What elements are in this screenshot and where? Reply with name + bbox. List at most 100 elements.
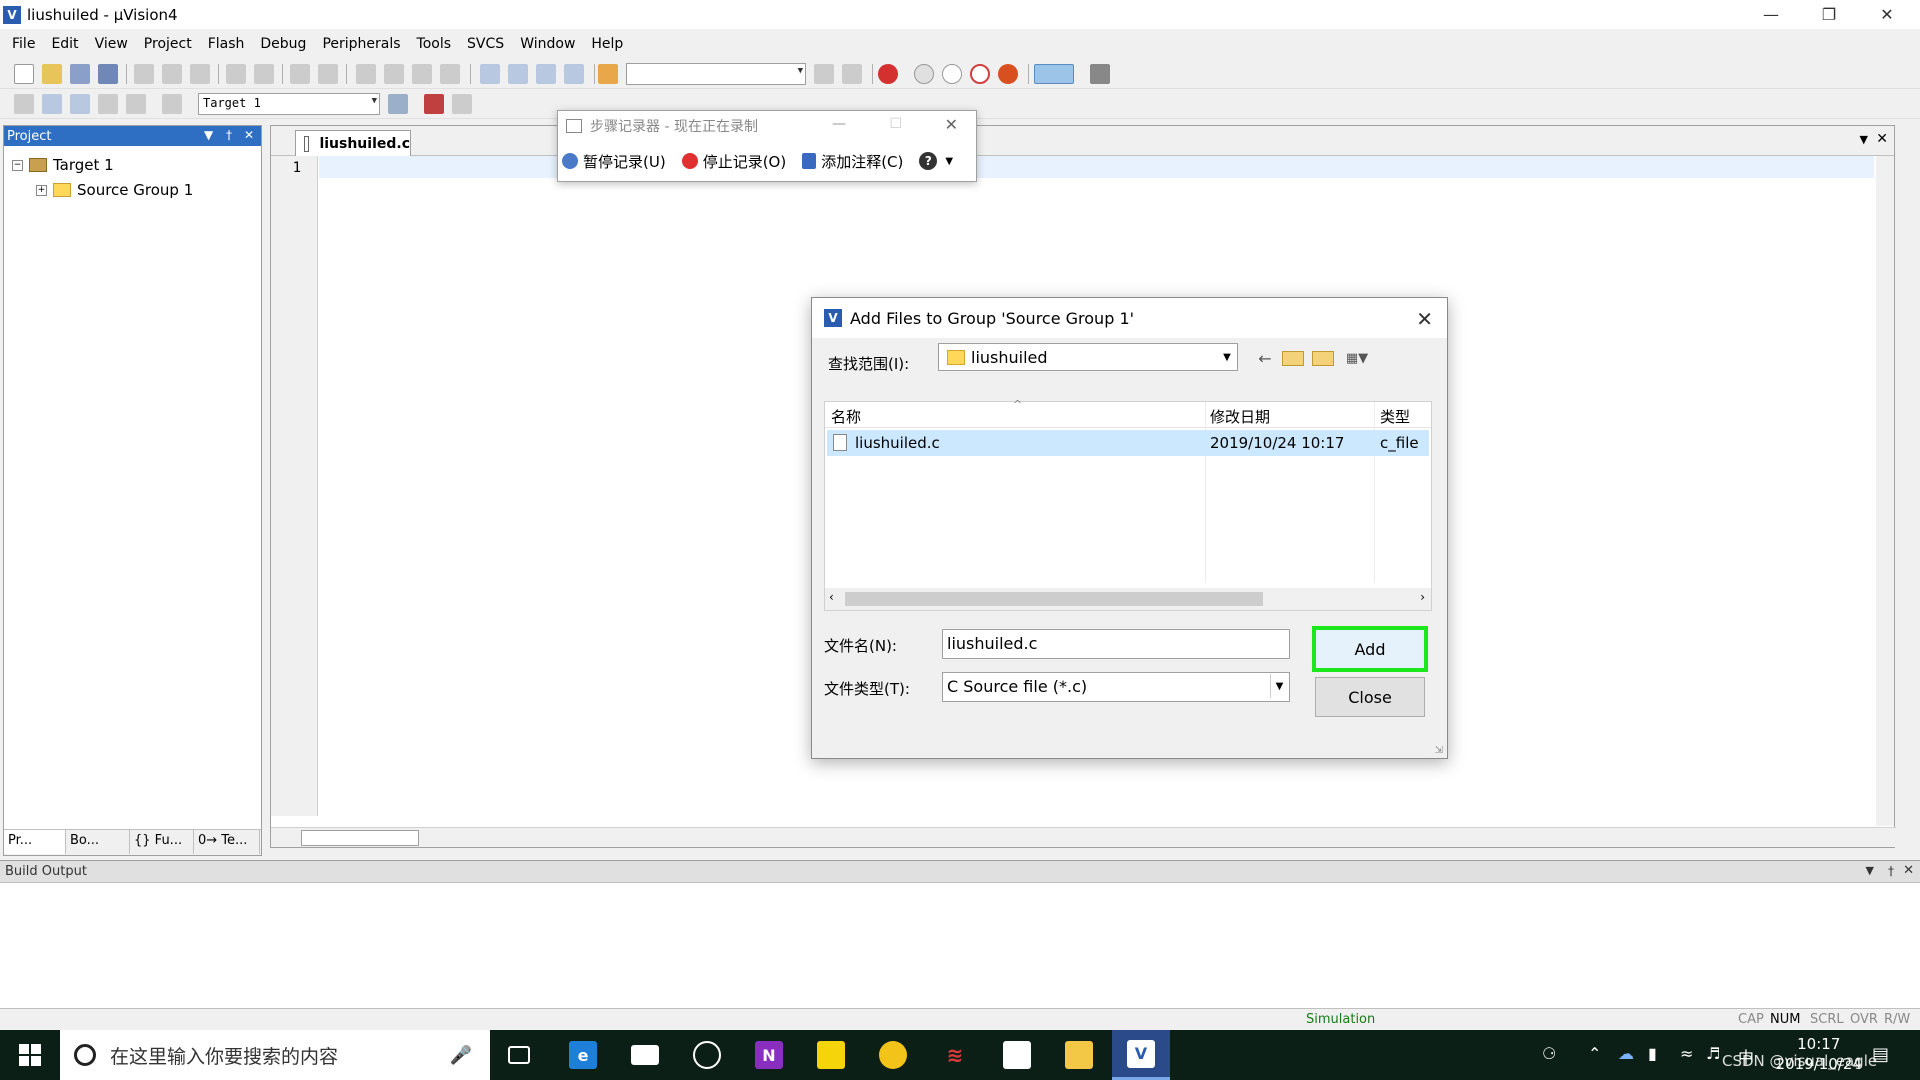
tab-project[interactable]: Pr... xyxy=(4,830,66,854)
breakpoint-enable-icon[interactable] xyxy=(942,64,962,84)
start-button[interactable] xyxy=(0,1030,60,1080)
panel-pin-icon[interactable]: † xyxy=(226,128,232,142)
add-comment-button[interactable]: 添加注释(C) xyxy=(802,151,903,172)
menu-svcs[interactable]: SVCS xyxy=(459,36,512,52)
save-icon[interactable] xyxy=(70,64,90,84)
lookin-select[interactable]: liushuiled ▼ xyxy=(938,343,1238,371)
chevron-down-icon[interactable]: ▼ xyxy=(1218,345,1236,369)
taskbar-store[interactable] xyxy=(988,1030,1046,1080)
menu-tools[interactable]: Tools xyxy=(409,36,460,52)
bookmark-prev-icon[interactable] xyxy=(384,64,404,84)
menu-view[interactable]: View xyxy=(87,36,136,52)
close-button[interactable]: Close xyxy=(1315,677,1425,717)
menu-flash[interactable]: Flash xyxy=(200,36,253,52)
view-menu-icon[interactable]: ▦▼ xyxy=(1342,348,1372,368)
back-arrow-icon[interactable]: ← xyxy=(1254,348,1276,368)
find-combo[interactable]: ▼ xyxy=(626,63,806,85)
editor-horizontal-scrollbar[interactable] xyxy=(271,827,1896,847)
recorder-help-button[interactable]: ? ▼ xyxy=(919,152,953,170)
microphone-icon[interactable]: 🎤 xyxy=(450,1045,472,1066)
file-list-row[interactable]: liushuiled.c 2019/10/24 10:17 c_file xyxy=(827,430,1429,456)
recorder-maximize-button[interactable]: ☐ xyxy=(889,116,902,132)
download-icon[interactable] xyxy=(162,94,182,114)
window-close-button[interactable]: ✕ xyxy=(1858,0,1916,29)
tab-templates[interactable]: 0→ Te... xyxy=(194,830,260,854)
editor-close-icon[interactable]: ✕ xyxy=(1876,131,1888,147)
menu-help[interactable]: Help xyxy=(583,36,631,52)
breakpoint-insert-icon[interactable] xyxy=(914,64,934,84)
file-list-horizontal-scrollbar[interactable]: ‹ › xyxy=(825,588,1431,610)
menu-window[interactable]: Window xyxy=(512,36,583,52)
panel-close-icon[interactable]: ✕ xyxy=(1903,863,1914,878)
filename-input[interactable]: liushuiled.c xyxy=(942,629,1290,659)
debug-session-icon[interactable] xyxy=(878,64,898,84)
new-file-icon[interactable] xyxy=(14,64,34,84)
chevron-down-icon[interactable]: ▼ xyxy=(1270,674,1288,698)
chevron-down-icon[interactable]: ▼ xyxy=(945,156,953,167)
stop-recording-button[interactable]: 停止记录(O) xyxy=(681,151,786,172)
file-extensions-icon[interactable] xyxy=(452,94,472,114)
add-button[interactable]: Add xyxy=(1312,626,1428,672)
task-view-button[interactable] xyxy=(490,1030,548,1080)
open-folder-icon[interactable] xyxy=(42,64,62,84)
menu-file[interactable]: File xyxy=(4,36,43,52)
window-layout-icon[interactable] xyxy=(1034,64,1074,84)
taskbar-file-explorer[interactable] xyxy=(1050,1030,1108,1080)
undo-icon[interactable] xyxy=(226,64,246,84)
taskbar-uvision[interactable]: V xyxy=(1112,1030,1170,1080)
find-in-files-icon[interactable] xyxy=(598,64,618,84)
recorder-close-button[interactable]: ✕ xyxy=(945,115,958,134)
code-text-area[interactable] xyxy=(319,156,1874,178)
paste-icon[interactable] xyxy=(190,64,210,84)
bookmark-icon[interactable] xyxy=(356,64,376,84)
taskbar-onenote[interactable]: N xyxy=(740,1030,798,1080)
indent-icon[interactable] xyxy=(480,64,500,84)
tab-functions[interactable]: {} Fu... xyxy=(130,830,194,854)
menu-peripherals[interactable]: Peripherals xyxy=(314,36,408,52)
breakpoint-kill-icon[interactable] xyxy=(998,64,1018,84)
resize-grip-icon[interactable]: ⇲ xyxy=(1435,745,1443,756)
cloud-icon[interactable]: ☁ xyxy=(1618,1044,1634,1063)
comment-icon[interactable] xyxy=(536,64,556,84)
notification-center-icon[interactable]: ▤ xyxy=(1872,1044,1889,1065)
taskbar-game[interactable] xyxy=(678,1030,736,1080)
taskbar-mail[interactable] xyxy=(616,1030,674,1080)
configure-wrench-icon[interactable] xyxy=(1090,64,1110,84)
up-folder-icon[interactable] xyxy=(1282,351,1304,366)
panel-pin-icon[interactable]: † xyxy=(1888,864,1894,878)
taskbar-search-box[interactable]: 在这里输入你要搜索的内容 🎤 xyxy=(60,1030,490,1080)
column-type[interactable]: 类型 xyxy=(1380,406,1410,427)
recorder-minimize-button[interactable]: — xyxy=(832,116,846,132)
nav-forward-icon[interactable] xyxy=(318,64,338,84)
manage-components-icon[interactable] xyxy=(424,94,444,114)
target-select[interactable]: Target 1 ▼ xyxy=(198,93,380,115)
tree-item-source-group[interactable]: + Source Group 1 xyxy=(36,181,193,199)
redo-icon[interactable] xyxy=(254,64,274,84)
new-folder-icon[interactable] xyxy=(1312,351,1334,366)
volume-icon[interactable]: ♬ xyxy=(1706,1044,1720,1063)
scroll-thumb[interactable] xyxy=(301,830,419,846)
find-icon[interactable] xyxy=(814,64,834,84)
scroll-left-icon[interactable]: ‹ xyxy=(829,590,834,604)
editor-file-tab[interactable]: liushuiled.c xyxy=(295,130,411,156)
menu-debug[interactable]: Debug xyxy=(252,36,314,52)
breakpoint-disable-icon[interactable] xyxy=(970,64,990,84)
stop-build-icon[interactable] xyxy=(126,94,146,114)
scroll-right-icon[interactable]: › xyxy=(1420,590,1425,604)
menu-project[interactable]: Project xyxy=(136,36,200,52)
taskbar-wps[interactable]: ≋ xyxy=(926,1030,984,1080)
taskbar-sticky-notes[interactable] xyxy=(802,1030,860,1080)
editor-vertical-scrollbar[interactable] xyxy=(1876,156,1894,826)
target-options-icon[interactable] xyxy=(388,94,408,114)
uncomment-icon[interactable] xyxy=(564,64,584,84)
tabs-dropdown-icon[interactable]: ▼ xyxy=(1860,133,1868,146)
bookmark-next-icon[interactable] xyxy=(412,64,432,84)
minimize-button[interactable]: — xyxy=(1742,0,1800,29)
dialog-close-icon[interactable]: ✕ xyxy=(1416,307,1433,331)
collapse-icon[interactable]: − xyxy=(12,159,23,171)
show-hidden-icons-chevron-icon[interactable]: ⌃ xyxy=(1588,1044,1601,1063)
panel-dropdown-icon[interactable]: ▼ xyxy=(1866,864,1874,877)
column-date[interactable]: 修改日期 xyxy=(1210,406,1270,427)
menu-edit[interactable]: Edit xyxy=(43,36,86,52)
panel-dropdown-icon[interactable]: ▼ xyxy=(204,128,213,142)
